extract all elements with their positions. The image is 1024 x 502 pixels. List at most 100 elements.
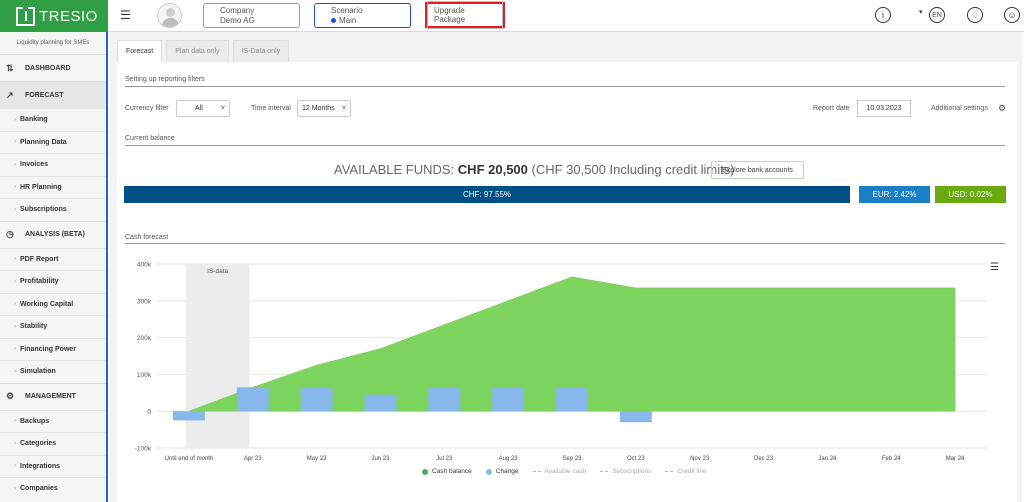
chevron-down-icon: ˅ — [220, 105, 225, 112]
legend-label: Change — [495, 468, 519, 475]
tab-forecast[interactable]: Forecast — [117, 40, 163, 63]
currency-filter-label: Currency filter — [125, 105, 169, 112]
explore-bank-accounts-button[interactable]: Explore bank accounts — [711, 161, 804, 179]
sidebar-item-banking[interactable]: › Banking — [0, 108, 106, 131]
upgrade-package-button[interactable]: Upgrade Package — [425, 1, 505, 29]
legend-item[interactable]: Credit line — [665, 468, 707, 475]
available-funds-value: CHF 20,500 — [457, 162, 528, 177]
sidebar-item-planning-data[interactable]: › Planning Data — [0, 130, 106, 154]
time-interval-select[interactable]: 12 Months ˅ — [297, 100, 351, 117]
y-tick-label: 200k — [137, 335, 152, 342]
y-tick-label: -100k — [135, 446, 152, 453]
sidebar-item-categories[interactable]: › Categories — [0, 432, 106, 455]
language-dropdown-chevron-icon[interactable]: ▾ — [919, 8, 923, 16]
legend-item[interactable]: Subscriptions — [600, 468, 651, 475]
sidebar-item-financing-power[interactable]: › Financing Power — [0, 337, 106, 361]
chevron-right-icon: › — [14, 323, 16, 330]
sidebar-item-companies[interactable]: › Companies — [0, 477, 106, 500]
sidebar-item-simulation[interactable]: › Simulation — [0, 360, 106, 383]
sidebar-item-label: Categories — [20, 440, 57, 448]
top-header: TRESIO ☰ Company Demo AG Scenario Main U… — [0, 0, 1024, 32]
x-tick-label: Sep 23 — [562, 456, 582, 462]
x-tick-label: Feb 24 — [882, 456, 901, 462]
y-tick-label: 0 — [147, 409, 151, 416]
y-tick-label: 400k — [137, 262, 152, 269]
additional-settings-link[interactable]: Additional settings — [931, 105, 988, 112]
change-bar — [556, 387, 588, 412]
cash-forecast-chart: IS-data -100k 0 100k 200k 300k 400k Until end… — [135, 262, 987, 462]
chevron-right-icon: › — [14, 368, 16, 375]
tab-is-data-only[interactable]: IS-Data only — [232, 40, 290, 63]
sidebar-item-subscriptions[interactable]: › Subscriptions — [0, 198, 106, 221]
legend-item[interactable]: Change — [485, 468, 519, 475]
tagline: Liquidity planning for SMEs — [16, 40, 90, 46]
sidebar-item-label: Integrations — [20, 462, 61, 470]
y-axis-ticks: -100k 0 100k 200k 300k 400k — [135, 262, 152, 453]
info-icon[interactable]: i — [875, 7, 891, 23]
sidebar-section-management[interactable]: ⚙ MANAGEMENT — [0, 382, 106, 410]
gear-icon[interactable]: ⚙ — [998, 103, 1006, 114]
sidebar-item-profitability[interactable]: › Profitability — [0, 270, 106, 293]
chevron-right-icon: › — [14, 440, 16, 447]
available-funds-including: (CHF 30,500 Including credit limits) — [531, 162, 735, 177]
x-tick-label: Apr 23 — [244, 456, 262, 462]
legend-item[interactable]: Available cash — [532, 468, 586, 475]
legend-marker-icon — [485, 468, 492, 475]
hamburger-menu-icon[interactable]: ☰ — [120, 8, 131, 22]
main-content: Forecast Plan data only IS-Data only Set… — [110, 32, 1022, 502]
legend-marker-icon — [532, 471, 541, 472]
chevron-right-icon: › — [14, 485, 16, 492]
x-tick-label: Jun 23 — [371, 456, 390, 462]
sidebar-item-label: Simulation — [20, 368, 56, 376]
currency-bar-eur: EUR: 2.42% — [859, 186, 930, 203]
view-tabs: Forecast Plan data only IS-Data only — [117, 40, 293, 63]
brand-name: TRESIO — [39, 7, 98, 25]
sidebar-item-hr-planning[interactable]: › HR Planning — [0, 175, 106, 199]
sidebar-item-label: Banking — [20, 116, 48, 124]
upgrade-package-label: Upgrade Package — [427, 1, 503, 29]
change-bar — [172, 411, 205, 421]
sidebar-item-invoices[interactable]: › Invoices — [0, 153, 106, 176]
legend-item[interactable]: Cash balance — [422, 468, 472, 475]
company-selector[interactable]: Company Demo AG — [203, 3, 300, 28]
time-interval-label: Time interval — [251, 105, 291, 112]
legend-marker-icon — [422, 468, 428, 475]
available-funds-label: AVAILABLE FUNDS: — [334, 162, 455, 177]
sidebar-section-analysis[interactable]: ◷ ANALYSIS (BETA) — [0, 220, 106, 248]
sidebar-section-label: DASHBOARD — [25, 64, 71, 72]
scenario-selector[interactable]: Scenario Main — [314, 3, 411, 28]
chevron-right-icon: › — [14, 346, 16, 353]
sidebar-section-dashboard[interactable]: ⇅ DASHBOARD — [0, 54, 106, 81]
chevron-down-icon: ˅ — [341, 105, 346, 112]
sidebar-section-label: MANAGEMENT — [25, 393, 76, 400]
report-date-input[interactable]: 10.03.2023 — [857, 100, 911, 117]
currency-filter-select[interactable]: All ˅ — [176, 100, 230, 117]
x-tick-label: Dec 23 — [754, 456, 774, 462]
sidebar-item-backups[interactable]: › Backups — [0, 409, 106, 433]
sidebar-item-working-capital[interactable]: › Working Capital — [0, 292, 106, 316]
change-bar — [236, 387, 269, 412]
currency-filter-value: All — [195, 105, 203, 112]
language-selector[interactable]: EN — [929, 7, 945, 23]
user-icon[interactable]: ☺ — [1004, 7, 1020, 23]
chevron-right-icon: › — [14, 463, 16, 470]
avatar[interactable] — [157, 3, 182, 28]
sidebar-item-integrations[interactable]: › Integrations — [0, 454, 106, 478]
sidebar-item-stability[interactable]: › Stability — [0, 315, 106, 338]
chart-legend: Cash balance Change Available cash Subscrip… — [422, 468, 721, 475]
tresio-logo[interactable]: TRESIO — [0, 0, 108, 32]
x-tick-label: Until end of month — [165, 456, 214, 462]
currency-bar-chf: CHF: 97.55% — [124, 186, 850, 203]
sliders-icon: ⇅ — [6, 62, 14, 73]
x-tick-label: Jul 23 — [436, 456, 453, 462]
bell-icon[interactable]: ♢ — [967, 7, 983, 23]
chevron-right-icon: › — [14, 139, 16, 146]
tab-plan-data-only[interactable]: Plan data only — [166, 40, 229, 63]
sidebar-section-forecast[interactable]: ↗ FORECAST — [0, 81, 106, 108]
chevron-right-icon: › — [14, 418, 16, 425]
change-bar — [492, 387, 525, 412]
divider — [125, 145, 1005, 146]
sidebar-item-pdf-report[interactable]: › PDF Report — [0, 247, 106, 271]
x-tick-label: Jan 24 — [818, 456, 837, 462]
sidebar-section-label: ANALYSIS (BETA) — [25, 231, 85, 238]
